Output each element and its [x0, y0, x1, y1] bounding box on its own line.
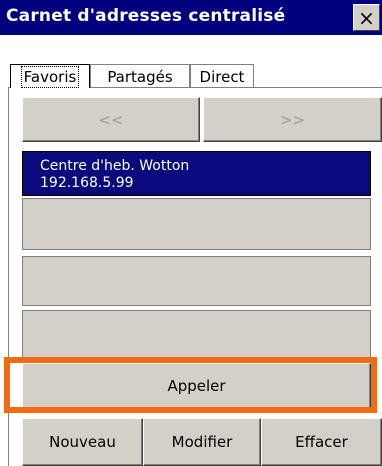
title-bar: Carnet d'adresses centralisé ×	[0, 0, 382, 35]
new-button[interactable]: Nouveau	[22, 418, 143, 466]
list-item-selected[interactable]: Centre d'heb. Wotton 192.168.5.99	[22, 151, 371, 196]
close-icon: ×	[358, 5, 375, 30]
next-page-button[interactable]: >>	[203, 97, 382, 142]
window-title: Carnet d'adresses centralisé	[6, 6, 286, 26]
prev-page-button[interactable]: <<	[22, 97, 200, 142]
call-button[interactable]: Appeler	[22, 363, 371, 409]
tab-favoris[interactable]: Favoris	[10, 64, 90, 88]
tab-label: Partagés	[107, 67, 173, 86]
next-page-label: >>	[279, 110, 306, 129]
tab-direct[interactable]: Direct	[190, 64, 254, 88]
entry-name: Centre d'heb. Wotton	[40, 158, 190, 174]
tab-partages[interactable]: Partagés	[90, 64, 190, 88]
call-label: Appeler	[167, 377, 226, 395]
delete-label: Effacer	[295, 433, 348, 451]
delete-button[interactable]: Effacer	[261, 418, 382, 466]
tab-label: Favoris	[20, 65, 80, 88]
modify-label: Modifier	[171, 433, 233, 451]
close-button[interactable]: ×	[353, 4, 380, 31]
tab-label: Direct	[199, 67, 245, 86]
prev-page-label: <<	[98, 110, 124, 129]
list-item[interactable]	[22, 198, 371, 250]
new-label: Nouveau	[49, 433, 116, 451]
entry-address: 192.168.5.99	[40, 175, 134, 191]
list-item[interactable]	[22, 256, 371, 306]
modify-button[interactable]: Modifier	[143, 418, 261, 466]
list-item[interactable]	[22, 310, 371, 360]
